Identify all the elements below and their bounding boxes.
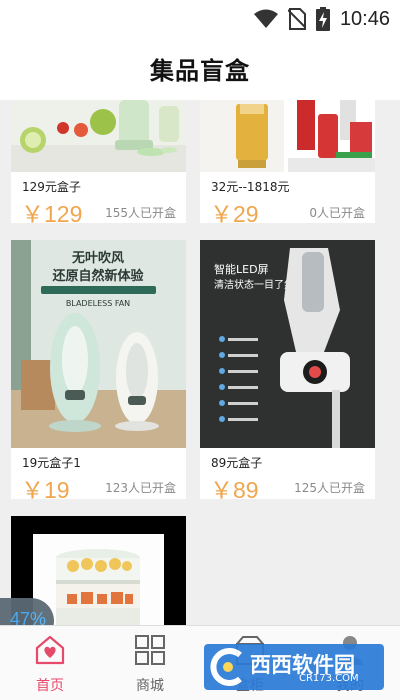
no-sim-icon [287,8,306,30]
home-heart-icon [35,635,65,665]
fan-title-2: 还原自然新体验 [51,268,144,284]
product-name: 129元盒子 [22,180,81,194]
status-bar: 10:46 [0,0,400,36]
clock: 10:46 [339,8,390,30]
page-title: 集品盲盒 [150,56,250,85]
opened-count: 125人已开盒 [294,481,365,495]
product-image [200,100,375,172]
grid-icon [135,635,165,665]
fan-title-1: 无叶吹风 [71,250,124,266]
app-header: 集品盲盒 [0,36,400,100]
wifi-icon [253,9,278,28]
opened-count: 155人已开盒 [105,206,176,220]
fan-subtitle: BLADELESS FAN [66,299,130,308]
product-card[interactable]: 32元--1818元 ￥29 0人已开盒 [200,100,375,227]
product-price: ￥19 [21,477,70,503]
opened-count: 0人已开盒 [309,206,365,220]
product-price: ￥129 [21,201,83,227]
product-card[interactable]: 智能LED屏 清洁状态一目了然 89元盒子 ￥89 125人已开盒 [200,240,375,503]
watermark-url: CR173.COM [299,673,359,684]
product-image: 智能LED屏 清洁状态一目了然 [200,240,375,448]
vacuum-title-1: 智能LED屏 [214,262,269,276]
product-name: 89元盒子 [211,456,263,470]
battery-charging-icon [315,7,330,31]
product-price: ￥29 [210,201,259,227]
product-name: 19元盒子1 [22,456,81,470]
product-image: 无叶吹风 还原自然新体验 BLADELESS FAN [11,240,186,448]
watermark-logo-icon [210,648,242,686]
tab-mall[interactable]: 商城 [100,626,200,700]
product-image [11,100,186,172]
tab-label: 首页 [36,678,64,694]
product-card[interactable]: 129元盒子 ￥129 155人已开盒 [11,100,186,227]
opened-count: 123人已开盒 [105,481,176,495]
tab-label: 商城 [136,678,164,694]
product-price: ￥89 [210,477,259,503]
tab-home[interactable]: 首页 [0,626,100,700]
watermark: 西西软件园 CR173.COM [204,644,384,690]
product-grid[interactable]: 129元盒子 ￥129 155人已开盒 32元--1818元 ￥29 0人已开盒 [0,100,400,625]
product-card[interactable]: 无叶吹风 还原自然新体验 BLADELESS FAN 19元盒子1 ￥19 12… [11,240,186,503]
vacuum-title-2: 清洁状态一目了然 [214,278,294,291]
product-name: 32元--1818元 [211,180,290,194]
